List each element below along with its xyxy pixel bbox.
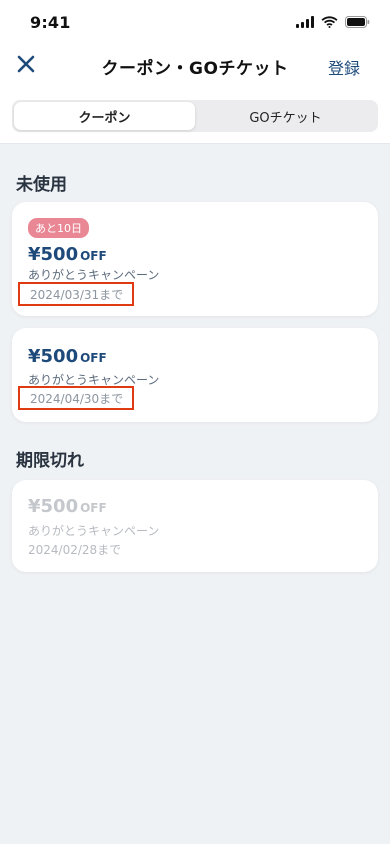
coupon-expiry: 2024/04/30まで	[18, 386, 135, 410]
status-time: 9:41	[30, 12, 71, 32]
status-bar: 9:41	[0, 0, 390, 44]
segmented-control: クーポン GOチケット	[12, 100, 378, 132]
coupon-amount-unit: OFF	[80, 501, 107, 515]
battery-icon	[345, 16, 370, 28]
coupon-amount-value: ¥500	[28, 496, 79, 517]
coupon-card-expired[interactable]: ¥500 OFF ありがとうキャンペーン 2024/02/28まで	[12, 480, 378, 572]
coupon-amount: ¥500 OFF	[28, 496, 107, 517]
coupon-amount-unit: OFF	[80, 249, 107, 263]
coupon-campaign: ありがとうキャンペーン	[28, 268, 160, 282]
days-left-badge: あと10日	[28, 218, 89, 238]
cellular-signal-icon	[296, 16, 314, 28]
status-icons	[296, 16, 370, 28]
coupon-amount: ¥500 OFF	[28, 346, 107, 367]
section-title-expired: 期限切れ	[16, 451, 84, 471]
coupon-amount-value: ¥500	[28, 244, 79, 265]
tab-coupon[interactable]: クーポン	[14, 102, 195, 130]
coupon-expiry: 2024/03/31まで	[18, 282, 135, 306]
tab-bar: クーポン GOチケット	[0, 88, 390, 144]
page-title: クーポン・GOチケット	[101, 58, 289, 79]
coupon-amount-unit: OFF	[80, 351, 107, 365]
register-button[interactable]: 登録	[328, 55, 360, 79]
nav-header: クーポン・GOチケット 登録	[0, 44, 390, 88]
coupon-card[interactable]: あと10日 ¥500 OFF ありがとうキャンペーン 2024/03/31まで	[12, 202, 378, 316]
coupon-expiry: 2024/02/28まで	[28, 543, 122, 557]
close-icon	[16, 54, 36, 78]
tab-go-ticket[interactable]: GOチケット	[195, 102, 376, 130]
coupon-amount: ¥500 OFF	[28, 244, 107, 265]
section-title-unused: 未使用	[16, 175, 67, 195]
coupon-amount-value: ¥500	[28, 346, 79, 367]
close-button[interactable]	[12, 52, 40, 80]
coupon-campaign: ありがとうキャンペーン	[28, 524, 160, 538]
wifi-icon	[321, 16, 338, 28]
coupon-card[interactable]: ¥500 OFF ありがとうキャンペーン 2024/04/30まで	[12, 328, 378, 422]
